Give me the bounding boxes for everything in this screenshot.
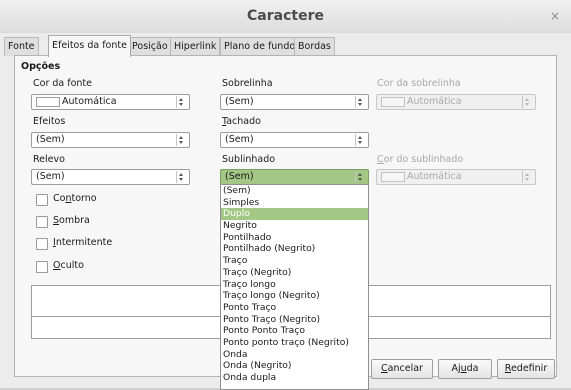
shadow-checkbox[interactable] — [36, 216, 48, 228]
dropdown-option[interactable]: Ponto ponto traço (Negrito) — [221, 337, 368, 349]
dropdown-option[interactable]: Onda (Negrito) — [221, 360, 368, 372]
color-swatch — [381, 172, 405, 182]
blinking-checkbox[interactable] — [36, 238, 48, 250]
tab-hiperlink[interactable]: Hiperlink — [170, 37, 221, 56]
underline-color-value: Automática — [407, 171, 462, 182]
dropdown-option[interactable]: Traço longo — [221, 279, 368, 291]
blinking-label: Intermitente — [53, 237, 113, 248]
font-color-label: Cor da fonte — [33, 78, 92, 89]
dropdown-option[interactable]: Onda — [221, 349, 368, 361]
spin-arrows-icon — [522, 96, 531, 108]
relief-label: Relevo — [33, 154, 65, 165]
dropdown-option[interactable]: Ponto Traço (Negrito) — [221, 314, 368, 326]
tab-efeitos-da-fonte[interactable]: Efeitos da fonte — [48, 35, 131, 57]
underline-select[interactable]: (Sem) — [220, 169, 369, 185]
outline-checkbox[interactable] — [36, 194, 48, 206]
help-button[interactable]: Ajuda — [438, 359, 492, 379]
tab-fonte[interactable]: Fonte — [4, 37, 39, 56]
effects-select[interactable]: (Sem) — [31, 132, 190, 148]
strikethrough-select[interactable]: (Sem) — [220, 132, 369, 148]
font-color-select[interactable]: Automática — [31, 94, 190, 110]
spin-arrows-icon — [522, 171, 531, 183]
tab-bordas[interactable]: Bordas — [294, 37, 335, 56]
spin-arrows-icon — [176, 171, 185, 183]
strikethrough-value: (Sem) — [225, 134, 254, 145]
dropdown-option[interactable]: (Sem) — [221, 185, 368, 197]
dropdown-option[interactable]: Traço (Negrito) — [221, 267, 368, 279]
effects-label: Efeitos — [33, 116, 66, 127]
underline-dropdown-list[interactable]: (Sem) Simples Duplo Negrito Pontilhado Pontil… — [220, 184, 369, 390]
overline-select[interactable]: (Sem) — [220, 94, 369, 110]
spin-arrows-icon — [355, 171, 364, 183]
reset-button[interactable]: Redefinir — [497, 359, 555, 379]
dropdown-option[interactable]: Pontilhado (Negrito) — [221, 243, 368, 255]
dropdown-option[interactable]: Ponto Traço — [221, 302, 368, 314]
tab-posicao[interactable]: Posição — [128, 37, 172, 56]
spin-arrows-icon — [176, 134, 185, 146]
section-title: Opções — [21, 61, 61, 72]
relief-select[interactable]: (Sem) — [31, 169, 190, 185]
underline-color-select: Automática — [376, 169, 536, 185]
effects-value: (Sem) — [36, 134, 65, 145]
dropdown-option[interactable]: Ponto Ponto Traço — [221, 325, 368, 337]
spin-arrows-icon — [176, 96, 185, 108]
outline-label: Contorno — [53, 193, 97, 204]
overline-value: (Sem) — [225, 96, 254, 107]
underline-color-label: Cor do sublinhado — [377, 154, 464, 165]
dropdown-option[interactable]: Duplo — [221, 208, 368, 221]
tab-plano-de-fundo[interactable]: Plano de fundo — [220, 37, 300, 56]
close-icon[interactable]: × — [548, 9, 562, 23]
dropdown-option[interactable]: Traço longo (Negrito) — [221, 290, 368, 302]
overline-color-select: Automática — [376, 94, 536, 110]
dropdown-option[interactable]: Pontilhado — [221, 232, 368, 244]
spin-arrows-icon — [355, 134, 364, 146]
spin-arrows-icon — [355, 96, 364, 108]
overline-color-label: Cor da sobrelinha — [377, 78, 461, 89]
relief-value: (Sem) — [36, 171, 65, 182]
hidden-label: Oculto — [53, 260, 84, 271]
dropdown-option[interactable]: Traço — [221, 255, 368, 267]
dropdown-option[interactable]: Onda dupla — [221, 372, 368, 384]
underline-value: (Sem) — [225, 171, 254, 182]
underline-label: Sublinhado — [222, 154, 276, 165]
dropdown-option[interactable]: Negrito — [221, 220, 368, 232]
overline-color-value: Automática — [407, 96, 462, 107]
overline-label: Sobrelinha — [222, 78, 273, 89]
shadow-label: Sombra — [53, 215, 90, 226]
window-title: Caractere — [247, 8, 324, 24]
color-swatch — [36, 97, 60, 107]
hidden-checkbox[interactable] — [36, 261, 48, 273]
font-color-value: Automática — [62, 96, 117, 107]
color-swatch — [381, 97, 405, 107]
cancel-button[interactable]: Cancelar — [371, 359, 433, 379]
strikethrough-label: Tachado — [222, 116, 261, 127]
dropdown-option[interactable]: Simples — [221, 197, 368, 209]
